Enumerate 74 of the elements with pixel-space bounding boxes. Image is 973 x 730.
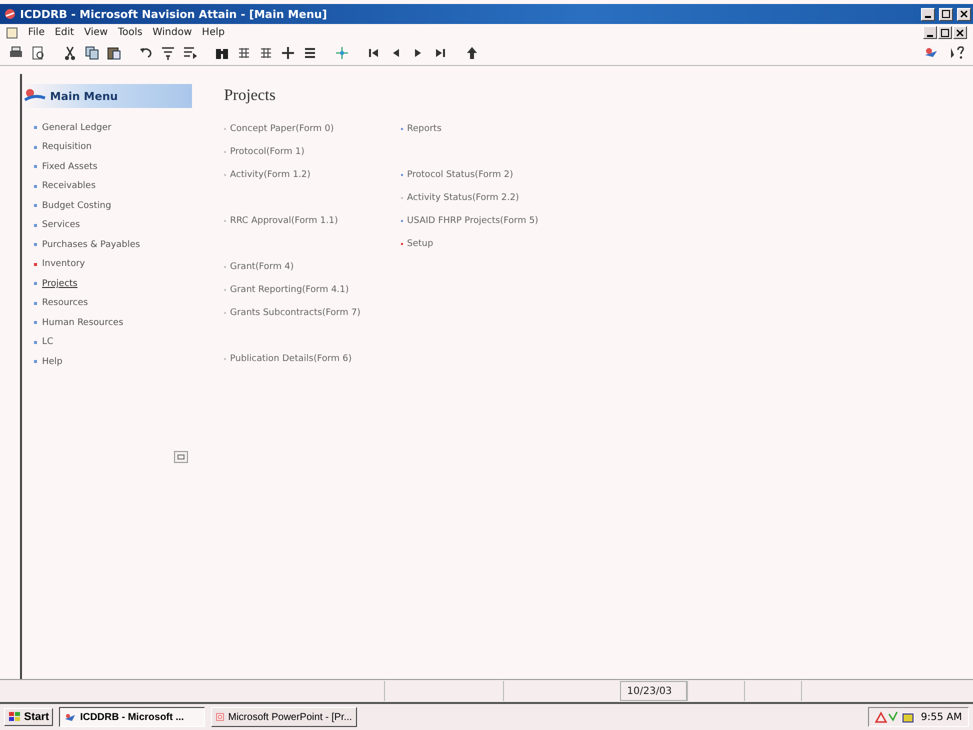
menu-item[interactable]: View bbox=[84, 27, 108, 38]
close-icon bbox=[956, 28, 964, 36]
grid-icon[interactable] bbox=[236, 45, 252, 61]
filter-arrow-icon[interactable] bbox=[182, 45, 198, 61]
document-icon bbox=[6, 26, 18, 38]
sidebar-title: Main Menu bbox=[50, 90, 118, 102]
menu-link[interactable]: Grant(Form 4) bbox=[230, 262, 294, 272]
taskbar-button[interactable]: ICDDRB - Microsoft ... bbox=[59, 707, 206, 727]
minimize-button[interactable] bbox=[921, 8, 935, 20]
close-button[interactable] bbox=[957, 8, 971, 20]
menu-item[interactable]: Edit bbox=[54, 27, 74, 38]
up-arrow-icon[interactable] bbox=[464, 45, 480, 61]
sidebar-item[interactable]: Purchases & Payables bbox=[42, 240, 140, 250]
menu-link[interactable]: RRC Approval(Form 1.1) bbox=[230, 216, 338, 226]
window-title: ICDDRB - Microsoft Navision Attain - [Main Menu] bbox=[20, 8, 328, 20]
plus-icon[interactable] bbox=[280, 45, 296, 61]
close-button[interactable] bbox=[953, 26, 967, 39]
sidebar-item[interactable]: Budget Costing bbox=[42, 200, 112, 211]
presentation-icon bbox=[216, 710, 224, 724]
move-icon[interactable] bbox=[334, 45, 350, 61]
menu-link[interactable]: Activity Status(Form 2.2) bbox=[407, 192, 520, 202]
menu-link[interactable]: Concept Paper(Form 0) bbox=[230, 124, 334, 134]
copy-icon[interactable] bbox=[84, 45, 100, 61]
sidebar-item[interactable]: Human Resources bbox=[42, 318, 124, 328]
menu-link[interactable]: USAID FHRP Projects(Form 5) bbox=[407, 216, 538, 226]
maximize-icon bbox=[942, 10, 950, 18]
windows-logo-icon bbox=[8, 711, 22, 723]
page-icon[interactable] bbox=[30, 45, 46, 61]
sidebar-item[interactable]: Projects bbox=[42, 278, 78, 289]
taskbar-button[interactable]: Microsoft PowerPoint - [Pr... bbox=[211, 707, 358, 727]
page-title: Projects bbox=[224, 87, 277, 105]
menu-link[interactable]: Activity(Form 1.2) bbox=[230, 170, 311, 180]
sidebar-item[interactable]: Receivables bbox=[42, 181, 96, 192]
app-logo-icon bbox=[64, 712, 76, 722]
minimize-button[interactable] bbox=[923, 26, 937, 39]
menu-link[interactable]: Reports bbox=[407, 124, 442, 134]
clock: 9:55 AM bbox=[920, 712, 962, 722]
close-icon bbox=[960, 10, 968, 18]
minimize-icon bbox=[925, 16, 931, 18]
collapse-button[interactable] bbox=[174, 451, 188, 463]
sidebar-item[interactable]: Resources bbox=[42, 298, 88, 308]
menu-item[interactable]: Window bbox=[152, 27, 192, 38]
status-date: 10/23/03 bbox=[620, 681, 687, 701]
menu-link[interactable]: Protocol Status(Form 2) bbox=[407, 170, 514, 180]
sidebar-item[interactable]: Help bbox=[42, 356, 63, 367]
menu-item[interactable]: Help bbox=[202, 27, 225, 38]
sidebar-item[interactable]: Services bbox=[42, 220, 80, 230]
sidebar-item[interactable]: Inventory bbox=[42, 259, 85, 270]
menu-item[interactable]: Tools bbox=[118, 27, 142, 38]
menu-link[interactable]: Grants Subcontracts(Form 7) bbox=[230, 308, 360, 318]
sidebar-item[interactable]: General Ledger bbox=[42, 122, 112, 133]
maximize-icon bbox=[941, 28, 949, 36]
sidebar-item[interactable]: LC bbox=[42, 337, 54, 348]
grid-icon[interactable] bbox=[258, 45, 274, 61]
menu-item[interactable]: File bbox=[28, 27, 45, 38]
menu-link[interactable]: Grant Reporting(Form 4.1) bbox=[230, 284, 349, 294]
window-icon bbox=[177, 454, 185, 460]
menu-link[interactable]: Protocol(Form 1) bbox=[230, 146, 305, 156]
help-icon[interactable] bbox=[949, 45, 965, 61]
menu-link[interactable]: Setup bbox=[407, 238, 434, 248]
maximize-button[interactable] bbox=[938, 26, 952, 39]
paste-icon[interactable] bbox=[106, 45, 122, 61]
tray-icons-drawing[interactable] bbox=[874, 710, 915, 724]
start-button[interactable]: Start bbox=[4, 708, 54, 726]
sidebar-item[interactable]: Fixed Assets bbox=[42, 162, 98, 172]
maximize-button[interactable] bbox=[939, 8, 953, 20]
menu-link[interactable]: Publication Details(Form 6) bbox=[230, 354, 352, 364]
list-icon[interactable] bbox=[302, 45, 318, 61]
minimize-icon bbox=[927, 34, 933, 36]
filter-icon[interactable] bbox=[160, 45, 176, 61]
app-logo-icon bbox=[4, 8, 16, 20]
logo-icon bbox=[24, 88, 46, 104]
scissors-icon[interactable] bbox=[62, 45, 78, 61]
sidebar-item[interactable]: Requisition bbox=[42, 142, 92, 152]
